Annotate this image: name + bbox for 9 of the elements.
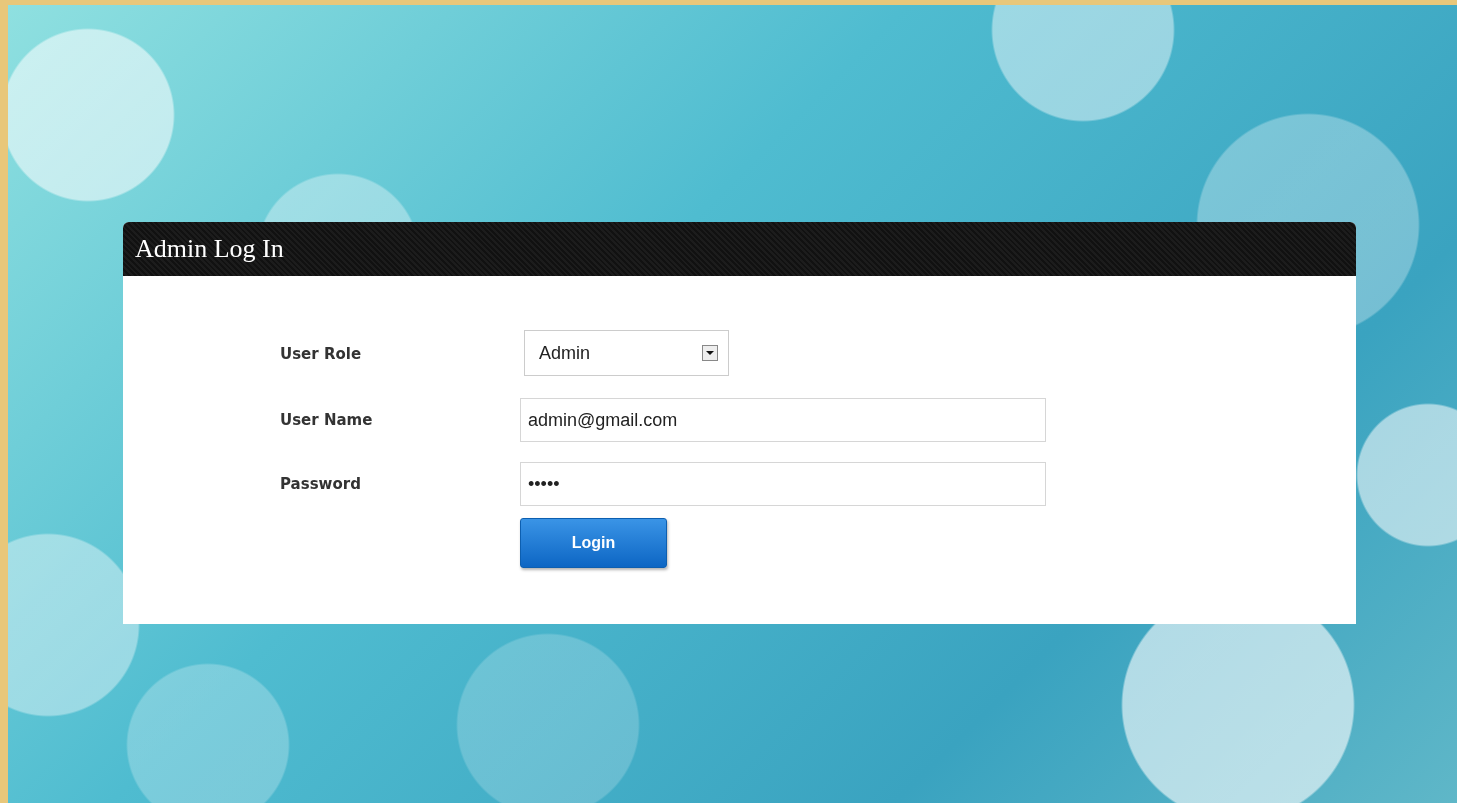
login-button[interactable]: Login <box>520 518 667 568</box>
user-role-dropdown[interactable]: Admin <box>524 330 729 376</box>
field-label: User Name <box>280 411 374 429</box>
password-field[interactable]: ••••• <box>520 462 1046 506</box>
field-label: Password <box>280 475 362 493</box>
panel-title: Admin Log In <box>135 234 284 264</box>
user-name-field[interactable]: admin@gmail.com <box>520 398 1046 442</box>
dropdown-caret-icon <box>702 345 718 361</box>
field-label: User Role <box>280 345 363 363</box>
